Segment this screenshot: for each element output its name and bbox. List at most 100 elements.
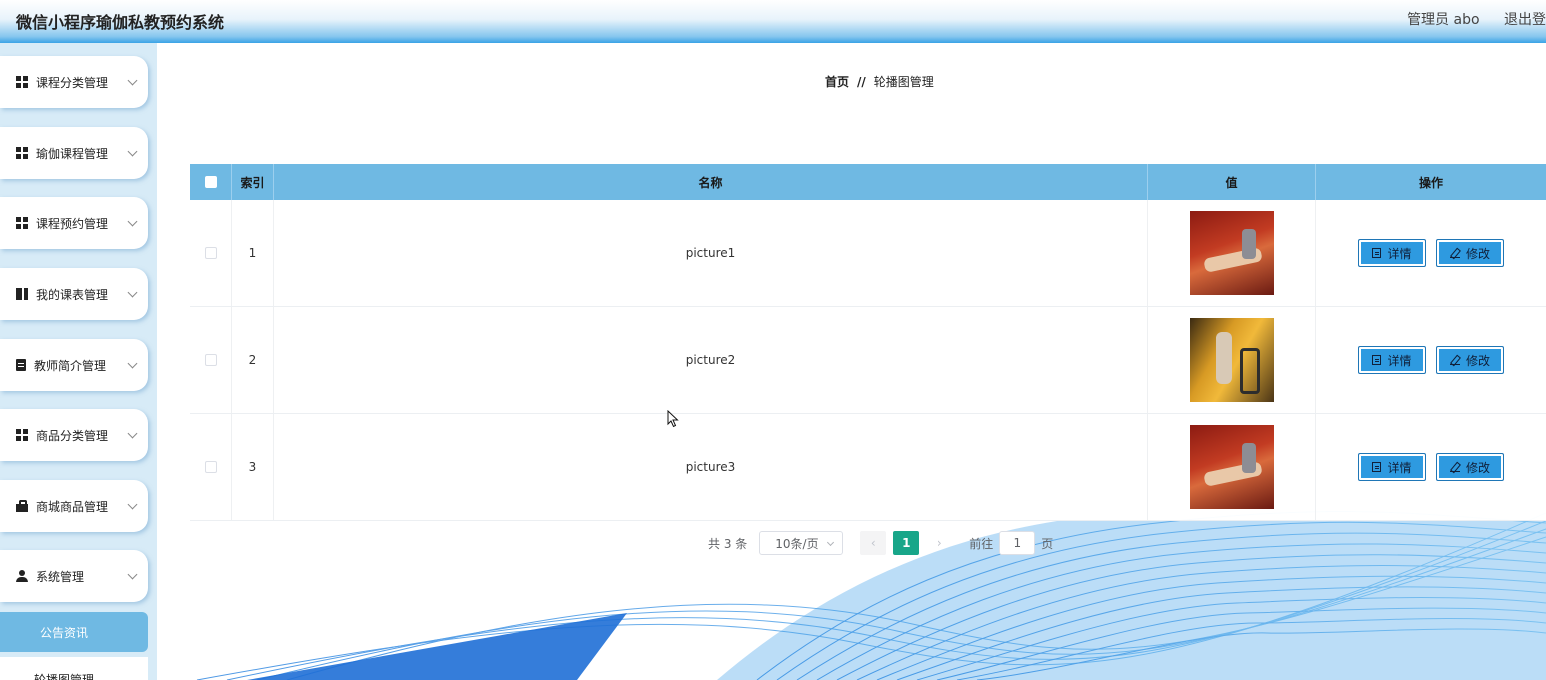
grid-icon [16, 429, 28, 441]
row-index: 2 [232, 307, 274, 413]
sidebar-item-label: 课程分类管理 [36, 75, 109, 90]
next-page-button[interactable]: › [926, 531, 952, 555]
chevron-down-icon [127, 428, 138, 438]
sidebar-item-label: 课程预约管理 [36, 216, 109, 231]
row-actions: 详情 修改 [1316, 307, 1546, 413]
header-value: 值 [1148, 164, 1316, 200]
document-icon [1372, 462, 1382, 472]
header-select-all-cell [190, 164, 232, 200]
breadcrumb-home[interactable]: 首页 [825, 75, 849, 89]
logout-link[interactable]: 退出登 [1504, 12, 1546, 28]
sidebar-item-label: 系统管理 [36, 569, 85, 584]
sidebar-item-yoga-course[interactable]: 瑜伽课程管理 [0, 127, 148, 179]
edit-button[interactable]: 修改 [1436, 453, 1504, 481]
clipboard-icon [16, 359, 26, 371]
goto-suffix: 页 [1041, 536, 1054, 551]
sidebar: 课程分类管理 瑜伽课程管理 课程预约管理 我的课表管理 教师简介管理 商品分类管… [0, 43, 157, 680]
edit-button-label: 修改 [1465, 460, 1490, 475]
header-index: 索引 [232, 164, 274, 200]
edit-button[interactable]: 修改 [1436, 239, 1504, 267]
sidebar-item-label: 瑜伽课程管理 [36, 146, 109, 161]
sidebar-item-mall-goods[interactable]: 商城商品管理 [0, 480, 148, 532]
grid-icon [16, 217, 28, 229]
breadcrumb-separator: // [857, 75, 866, 89]
page-1-button[interactable]: 1 [893, 531, 920, 555]
chevron-down-icon [127, 358, 138, 368]
row-actions: 详情 修改 [1316, 200, 1546, 306]
sidebar-item-course-booking[interactable]: 课程预约管理 [0, 197, 148, 249]
row-checkbox[interactable] [204, 247, 217, 259]
row-select-cell [190, 307, 232, 413]
carousel-table: 索引 名称 值 操作 1 picture1 详情 修改 2 picture2 详… [190, 164, 1546, 521]
detail-button[interactable]: 详情 [1358, 239, 1426, 267]
admin-label: 管理员 abo [1407, 12, 1480, 28]
row-select-cell [190, 200, 232, 306]
pagination-total: 共 3 条 [708, 536, 748, 551]
select-all-checkbox[interactable] [204, 176, 217, 188]
chevron-down-icon [127, 146, 138, 156]
breadcrumb: 首页 // 轮播图管理 [825, 73, 934, 90]
document-icon [1372, 248, 1382, 258]
edit-icon [1449, 355, 1460, 365]
row-actions: 详情 修改 [1316, 414, 1546, 520]
pagination: 共 3 条 10条/页 ‹ 1 › 前往 页 [708, 531, 1053, 555]
sidebar-item-system[interactable]: 系统管理 [0, 550, 148, 602]
chevron-down-icon [127, 287, 138, 297]
bag-icon [16, 500, 28, 512]
sidebar-item-my-schedule[interactable]: 我的课表管理 [0, 268, 148, 320]
main-content: 首页 // 轮播图管理 索引 名称 值 操作 1 picture1 详情 修改 2 … [157, 43, 1546, 680]
table-row: 1 picture1 详情 修改 [190, 200, 1546, 307]
table-header: 索引 名称 值 操作 [190, 164, 1546, 200]
row-value-cell [1148, 307, 1316, 413]
detail-button[interactable]: 详情 [1358, 346, 1426, 374]
breadcrumb-current: 轮播图管理 [873, 75, 934, 89]
header-name: 名称 [274, 164, 1148, 200]
sidebar-item-label: 商城商品管理 [36, 499, 109, 514]
grid-icon [16, 147, 28, 159]
sidebar-item-label: 教师简介管理 [34, 358, 107, 373]
chevron-down-icon [127, 216, 138, 226]
prev-page-button[interactable]: ‹ [860, 531, 887, 555]
table-row: 3 picture3 详情 修改 [190, 414, 1546, 521]
carousel-thumbnail[interactable] [1189, 318, 1274, 402]
row-index: 3 [232, 414, 274, 520]
sidebar-item-label: 商品分类管理 [36, 428, 109, 443]
row-checkbox[interactable] [204, 461, 217, 473]
carousel-thumbnail[interactable] [1189, 425, 1274, 509]
header-user-area: 管理员 abo 退出登 [1387, 9, 1546, 29]
chevron-down-icon [127, 75, 138, 85]
app-title: 微信小程序瑜伽私教预约系统 [16, 13, 225, 32]
top-header: 微信小程序瑜伽私教预约系统 管理员 abo 退出登 [0, 0, 1546, 43]
detail-button-label: 详情 [1387, 460, 1412, 475]
edit-button[interactable]: 修改 [1436, 346, 1504, 374]
sidebar-subitem-announcement[interactable]: 公告资讯 [0, 612, 148, 652]
row-index: 1 [232, 200, 274, 306]
edit-button-label: 修改 [1465, 246, 1490, 261]
mouse-cursor-icon [667, 410, 679, 428]
sidebar-subitem-carousel[interactable]: 轮播图管理 [0, 657, 148, 680]
carousel-thumbnail[interactable] [1189, 211, 1274, 295]
goto-page-input[interactable] [999, 531, 1036, 555]
header-actions: 操作 [1418, 175, 1443, 190]
chevron-down-icon [127, 569, 138, 579]
detail-button-label: 详情 [1387, 353, 1412, 368]
sidebar-item-label: 我的课表管理 [36, 287, 109, 302]
sidebar-item-course-category[interactable]: 课程分类管理 [0, 56, 148, 108]
edit-button-label: 修改 [1465, 353, 1490, 368]
book-icon [16, 288, 28, 300]
row-select-cell [190, 414, 232, 520]
row-value-cell [1148, 200, 1316, 306]
grid-icon [16, 76, 28, 88]
edit-icon [1449, 248, 1460, 258]
document-icon [1372, 355, 1382, 365]
row-value-cell [1148, 414, 1316, 520]
row-checkbox[interactable] [204, 354, 217, 366]
row-name: picture2 [274, 307, 1148, 413]
sidebar-item-teacher-intro[interactable]: 教师简介管理 [0, 339, 148, 391]
user-icon [16, 570, 28, 582]
detail-button-label: 详情 [1387, 246, 1412, 261]
sidebar-item-goods-category[interactable]: 商品分类管理 [0, 409, 148, 461]
detail-button[interactable]: 详情 [1358, 453, 1426, 481]
page-size-select[interactable]: 10条/页 [759, 531, 844, 555]
table-row: 2 picture2 详情 修改 [190, 307, 1546, 414]
